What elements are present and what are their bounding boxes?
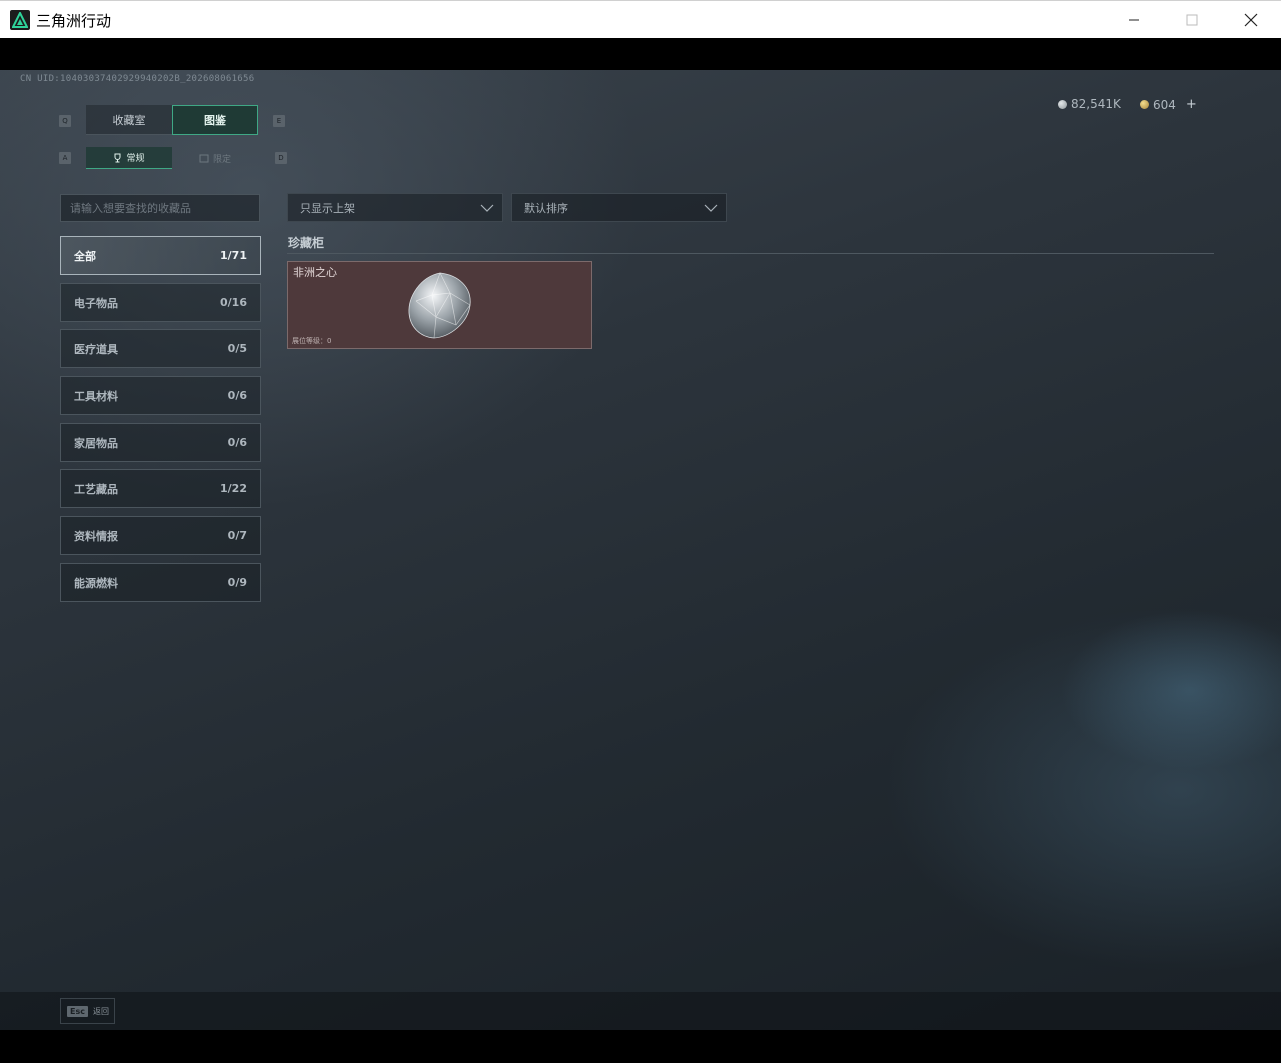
maximize-icon bbox=[1186, 14, 1198, 26]
category-crafts[interactable]: 工艺藏品 1/22 bbox=[60, 469, 261, 508]
silver-coin-icon bbox=[1058, 99, 1067, 109]
subtab-limited-label: 限定 bbox=[212, 154, 231, 165]
limited-icon bbox=[199, 154, 209, 162]
tab-collection-label: 收藏室 bbox=[112, 113, 146, 127]
shelf-filter-value: 只显示上架 bbox=[300, 201, 355, 215]
shelf-filter-dropdown[interactable]: 只显示上架 bbox=[287, 193, 503, 222]
category-count: 1/71 bbox=[220, 249, 247, 262]
category-household[interactable]: 家居物品 0/6 bbox=[60, 423, 261, 462]
gold-amount: 604 bbox=[1153, 97, 1176, 112]
item-display-level: 展位等级：0 bbox=[292, 337, 332, 345]
tab-prev-key: Q bbox=[59, 115, 71, 127]
collection-item-card[interactable]: 非洲之心 展位等级：0 bbox=[287, 261, 592, 349]
tab-atlas[interactable]: 图鉴 bbox=[172, 105, 258, 135]
diamond-icon bbox=[408, 272, 471, 339]
window-title: 三角洲行动 bbox=[36, 12, 112, 30]
subtab-prev-key: A bbox=[59, 152, 71, 164]
app-logo-icon bbox=[10, 10, 30, 30]
subtab-normal[interactable]: 常规 bbox=[86, 147, 172, 169]
trophy-icon bbox=[114, 153, 121, 162]
window-titlebar: 三角洲行动 bbox=[0, 0, 1281, 38]
add-currency-button[interactable]: + bbox=[1186, 97, 1197, 112]
category-label: 工艺藏品 bbox=[74, 482, 118, 496]
section-title: 珍藏柜 bbox=[288, 236, 325, 250]
subtab-normal-label: 常规 bbox=[126, 154, 145, 164]
minimize-icon bbox=[1129, 19, 1139, 21]
tab-collection-room[interactable]: 收藏室 bbox=[86, 105, 172, 135]
item-name: 非洲之心 bbox=[293, 266, 337, 279]
esc-key-hint: Esc bbox=[67, 1005, 88, 1017]
category-count: 0/16 bbox=[220, 296, 247, 309]
footer-bar bbox=[0, 992, 1281, 1030]
category-all[interactable]: 全部 1/71 bbox=[60, 236, 261, 275]
gold-currency: 604 + bbox=[1140, 97, 1197, 112]
category-count: 0/6 bbox=[227, 389, 247, 402]
category-count: 0/5 bbox=[227, 342, 247, 355]
back-button[interactable]: Esc 返回 bbox=[60, 998, 115, 1024]
sort-dropdown[interactable]: 默认排序 bbox=[511, 193, 727, 222]
silver-currency: 82,541K bbox=[1058, 97, 1121, 111]
category-label: 全部 bbox=[74, 249, 96, 263]
letterbox-bottom bbox=[0, 1030, 1281, 1063]
category-electronics[interactable]: 电子物品 0/16 bbox=[60, 283, 261, 322]
silver-amount: 82,541K bbox=[1071, 97, 1121, 111]
back-label: 返回 bbox=[92, 1006, 109, 1016]
subtab-limited[interactable]: 限定 bbox=[172, 147, 258, 169]
player-uid: CN UID:10403037402929940202B_20260806165… bbox=[20, 74, 255, 84]
game-viewport: CN UID:10403037402929940202B_20260806165… bbox=[0, 70, 1281, 1030]
category-count: 0/9 bbox=[227, 576, 247, 589]
gold-coin-icon bbox=[1140, 100, 1149, 109]
category-label: 能源燃料 bbox=[74, 576, 118, 590]
search-input[interactable] bbox=[60, 194, 260, 222]
chevron-down-icon bbox=[480, 204, 494, 212]
close-icon bbox=[1244, 13, 1258, 27]
category-label: 工具材料 bbox=[74, 389, 118, 403]
close-button[interactable] bbox=[1222, 1, 1280, 39]
category-energy[interactable]: 能源燃料 0/9 bbox=[60, 563, 261, 602]
maximize-button[interactable] bbox=[1163, 1, 1221, 39]
subtab-next-key: D bbox=[275, 152, 287, 164]
tab-atlas-label: 图鉴 bbox=[204, 114, 226, 127]
category-label: 医疗道具 bbox=[74, 342, 118, 356]
background-glow bbox=[1060, 610, 1281, 770]
section-divider bbox=[287, 253, 1214, 254]
category-label: 资料情报 bbox=[74, 529, 118, 543]
sort-value: 默认排序 bbox=[524, 201, 568, 215]
category-tools[interactable]: 工具材料 0/6 bbox=[60, 376, 261, 415]
category-label: 家居物品 bbox=[74, 436, 118, 450]
category-label: 电子物品 bbox=[74, 296, 118, 310]
category-count: 1/22 bbox=[220, 482, 247, 495]
category-count: 0/7 bbox=[227, 529, 247, 542]
letterbox-top bbox=[0, 38, 1281, 70]
tab-next-key: E bbox=[273, 115, 285, 127]
chevron-down-icon bbox=[704, 204, 718, 212]
category-medical[interactable]: 医疗道具 0/5 bbox=[60, 329, 261, 368]
category-count: 0/6 bbox=[227, 436, 247, 449]
category-intel[interactable]: 资料情报 0/7 bbox=[60, 516, 261, 555]
minimize-button[interactable] bbox=[1105, 1, 1163, 39]
